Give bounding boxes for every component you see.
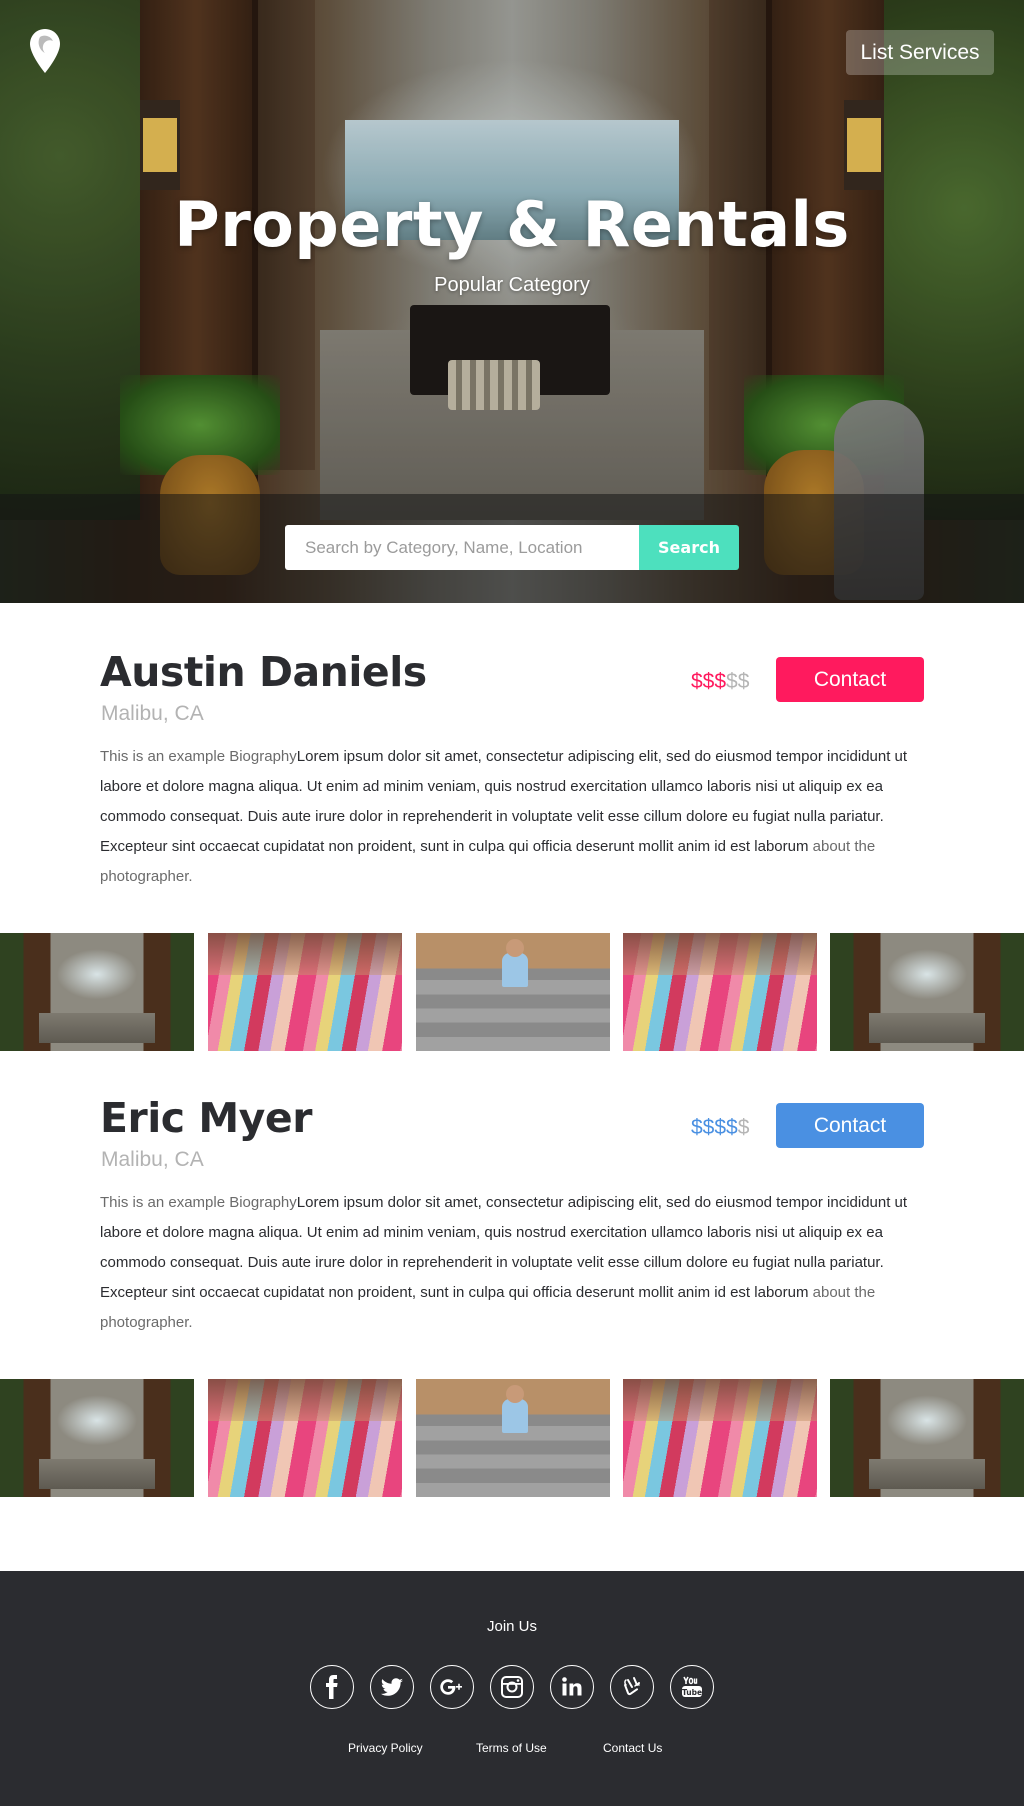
instagram-icon[interactable] bbox=[490, 1665, 534, 1709]
bio-intro: This is an example Biography bbox=[100, 748, 297, 765]
page-subtitle: Popular Category bbox=[434, 274, 590, 296]
contact-button[interactable]: Contact bbox=[776, 1103, 924, 1148]
listing-card: Austin Daniels Malibu, CA $$$$$ Contact … bbox=[0, 648, 1024, 948]
svg-text:Tube: Tube bbox=[682, 1688, 702, 1697]
listing-bio: This is an example BiographyLorem ipsum … bbox=[100, 1188, 930, 1338]
facebook-icon[interactable] bbox=[310, 1665, 354, 1709]
bio-intro: This is an example Biography bbox=[100, 1194, 297, 1211]
page-title: Property & Rentals bbox=[174, 188, 850, 261]
price-rating: $$$$$ bbox=[691, 1116, 749, 1140]
youtube-icon[interactable]: Tube bbox=[670, 1665, 714, 1709]
join-us-label: Join Us bbox=[486, 1618, 538, 1635]
gallery-thumbnail[interactable] bbox=[416, 933, 610, 1051]
gallery-thumbnail[interactable] bbox=[0, 933, 194, 1051]
listing-name: Eric Myer bbox=[100, 1094, 312, 1142]
price-rating-inactive: $$ bbox=[726, 670, 750, 693]
listing-name: Austin Daniels bbox=[100, 648, 427, 696]
google-plus-icon[interactable] bbox=[430, 1665, 474, 1709]
listing-bio: This is an example BiographyLorem ipsum … bbox=[100, 742, 930, 892]
gallery-thumbnail[interactable] bbox=[623, 933, 817, 1051]
photo-gallery bbox=[0, 1379, 1024, 1497]
price-rating-active: $$$$ bbox=[691, 1116, 738, 1139]
footer-link-privacy-policy[interactable]: Privacy Policy bbox=[348, 1741, 423, 1755]
listing-location: Malibu, CA bbox=[101, 702, 204, 725]
gallery-thumbnail[interactable] bbox=[208, 933, 402, 1051]
price-rating: $$$$$ bbox=[691, 670, 749, 694]
gallery-thumbnail[interactable] bbox=[208, 1379, 402, 1497]
photo-gallery bbox=[0, 933, 1024, 1051]
search-input[interactable] bbox=[285, 525, 639, 570]
search-button[interactable]: Search bbox=[639, 525, 739, 570]
price-rating-inactive: $ bbox=[737, 1116, 750, 1139]
gallery-thumbnail[interactable] bbox=[830, 1379, 1024, 1497]
gallery-thumbnail[interactable] bbox=[0, 1379, 194, 1497]
footer: Join Us Tube Privacy Policy Terms of Use… bbox=[0, 1571, 1024, 1806]
map-pin-icon[interactable] bbox=[28, 28, 62, 74]
price-rating-active: $$$ bbox=[691, 670, 727, 693]
gallery-thumbnail[interactable] bbox=[416, 1379, 610, 1497]
gallery-thumbnail[interactable] bbox=[830, 933, 1024, 1051]
footer-link-contact-us[interactable]: Contact Us bbox=[603, 1741, 662, 1755]
vine-icon[interactable] bbox=[610, 1665, 654, 1709]
linkedin-icon[interactable] bbox=[550, 1665, 594, 1709]
twitter-icon[interactable] bbox=[370, 1665, 414, 1709]
gallery-thumbnail[interactable] bbox=[623, 1379, 817, 1497]
listing-location: Malibu, CA bbox=[101, 1148, 204, 1171]
listing-card: Eric Myer Malibu, CA $$$$$ Contact This … bbox=[0, 1094, 1024, 1394]
contact-button[interactable]: Contact bbox=[776, 657, 924, 702]
list-services-button[interactable]: List Services bbox=[846, 30, 994, 75]
footer-link-terms-of-use[interactable]: Terms of Use bbox=[476, 1741, 547, 1755]
